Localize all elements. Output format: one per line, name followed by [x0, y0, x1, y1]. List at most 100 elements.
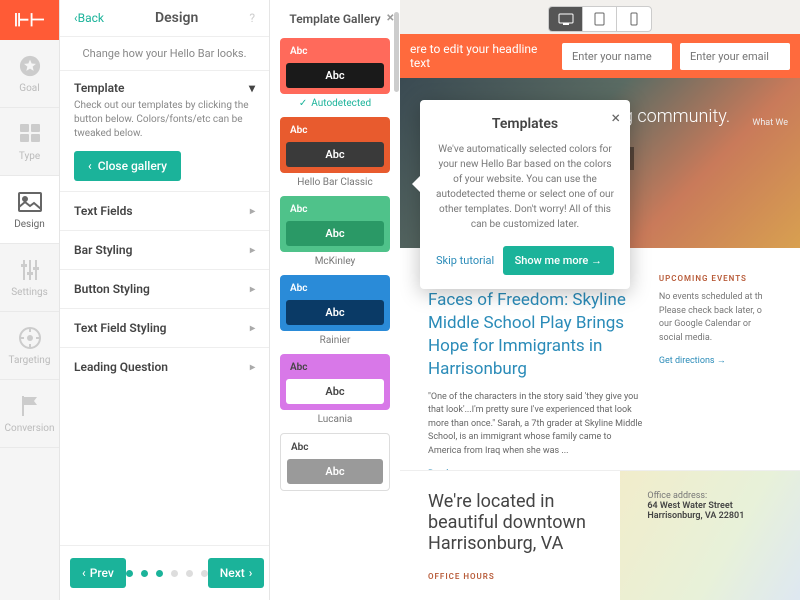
row-label: Leading Question	[74, 360, 168, 374]
template-sample-button: Abc	[287, 459, 383, 484]
star-icon	[17, 53, 43, 79]
template-section: Template ▾ Check out our templates by cl…	[60, 70, 269, 191]
row-label: Bar Styling	[74, 243, 132, 257]
rail-label: Settings	[11, 287, 48, 298]
show-more-button[interactable]: Show me more →	[503, 246, 614, 275]
location-block: We're located in beautiful downtown Harr…	[400, 470, 800, 600]
step-dot[interactable]	[141, 570, 148, 577]
template-sample-top: Abc	[286, 360, 384, 375]
location-right: Office address: 64 West Water Street Har…	[647, 491, 772, 600]
chevron-right-icon: ▸	[250, 323, 255, 334]
template-sample-button: Abc	[286, 300, 384, 325]
step-dot[interactable]	[156, 570, 163, 577]
template-card[interactable]: Abc Abc Rainier	[280, 275, 390, 346]
logo[interactable]: ⊩⊢	[0, 0, 59, 40]
rail-label: Goal	[19, 83, 39, 94]
left-nav-rail: ⊩⊢ Goal Type Design Settings Targeting C…	[0, 0, 60, 600]
step-dot[interactable]	[186, 570, 193, 577]
events-body: No events scheduled at th Please check b…	[659, 291, 772, 345]
step-dot[interactable]	[171, 570, 178, 577]
prev-button[interactable]: ‹Prev	[70, 558, 126, 588]
close-icon[interactable]: ×	[611, 108, 620, 127]
rail-type[interactable]: Type	[0, 108, 59, 176]
design-panel: ‹ Back Design ? Change how your Hello Ba…	[60, 0, 270, 600]
next-label: Next	[220, 566, 245, 580]
step-dot[interactable]	[126, 570, 133, 577]
sliders-icon	[17, 257, 43, 283]
row-bar-styling[interactable]: Bar Styling▸	[60, 230, 269, 269]
row-label: Button Styling	[74, 282, 150, 296]
row-text-fields[interactable]: Text Fields▸	[60, 191, 269, 230]
device-tablet[interactable]	[583, 7, 617, 31]
gallery-title-text: Template Gallery	[289, 12, 380, 26]
device-desktop[interactable]	[549, 7, 583, 31]
next-button[interactable]: Next ›	[208, 558, 265, 588]
template-card[interactable]: AbcAbcMcKinley	[280, 196, 390, 267]
back-link[interactable]: ‹ Back	[74, 11, 104, 25]
pin-icon	[17, 325, 43, 351]
rail-label: Design	[14, 219, 45, 230]
events-label: UPCOMING EVENTS	[659, 274, 772, 283]
template-name: Rainier	[280, 335, 390, 346]
template-card[interactable]: Abc Abc Lucania	[280, 354, 390, 425]
rail-settings[interactable]: Settings	[0, 244, 59, 312]
step-dots	[126, 570, 208, 577]
chevron-right-icon: ›	[249, 566, 253, 580]
row-text-field-styling[interactable]: Text Field Styling▸	[60, 308, 269, 347]
row-label: Text Fields	[74, 204, 133, 218]
template-sample-button: Abc	[286, 379, 384, 404]
gallery-list: Abc Abc ✓Autodetected Abc Abc Hello Bar Class…	[270, 34, 400, 499]
template-name: McKinley	[280, 256, 390, 267]
rail-conversion[interactable]: Conversion	[0, 380, 59, 448]
prev-label: Prev	[90, 566, 114, 580]
back-label: Back	[78, 11, 104, 25]
template-name: Hello Bar Classic	[280, 177, 390, 188]
template-card[interactable]: Abc Abc	[280, 433, 390, 491]
hello-bar-preview: ere to edit your headline text	[400, 34, 800, 78]
rail-targeting[interactable]: Targeting	[0, 312, 59, 380]
popup-body: We've automatically selected colors for …	[436, 142, 614, 232]
template-sample-top: Abc	[286, 44, 384, 59]
step-dot[interactable]	[201, 570, 208, 577]
skip-tutorial-link[interactable]: Skip tutorial	[436, 254, 494, 267]
close-gallery-button[interactable]: ‹ Close gallery	[74, 151, 181, 181]
article-title[interactable]: Faces of Freedom: Skyline Middle School …	[428, 289, 643, 381]
email-input[interactable]	[680, 43, 790, 70]
template-name: ✓Autodetected	[280, 98, 390, 109]
template-card[interactable]: AbcAbcHello Bar Classic	[280, 117, 390, 188]
template-title-text: Template	[74, 81, 125, 95]
template-sample-top: Abc	[286, 281, 384, 296]
tutorial-popup: × Templates We've automatically selected…	[420, 100, 630, 289]
rail-goal[interactable]: Goal	[0, 40, 59, 108]
chevron-right-icon: ▸	[250, 362, 255, 373]
close-icon[interactable]: ×	[387, 10, 394, 26]
template-card[interactable]: AbcAbc✓Autodetected	[280, 38, 390, 109]
scrollbar[interactable]	[394, 12, 399, 92]
row-button-styling[interactable]: Button Styling▸	[60, 269, 269, 308]
preview-pane: ere to edit your headline text What We B…	[400, 0, 800, 600]
template-sample-button: Abc	[286, 142, 384, 167]
template-name: Lucania	[280, 414, 390, 425]
rail-label: Type	[19, 151, 40, 162]
rail-label: Targeting	[9, 355, 51, 366]
help-icon[interactable]: ?	[249, 11, 255, 25]
row-leading-question[interactable]: Leading Question ▸	[60, 347, 269, 386]
popup-title: Templates	[436, 116, 614, 132]
template-sample-top: Abc	[287, 440, 383, 455]
office-address-label: Office address:	[647, 491, 772, 501]
device-mobile[interactable]	[617, 7, 651, 31]
office-address: 64 West Water Street Harrisonburg, VA 22…	[647, 501, 772, 521]
chevron-down-icon: ▾	[249, 81, 255, 95]
rail-label: Conversion	[4, 423, 54, 434]
rail-design[interactable]: Design	[0, 176, 59, 244]
location-left: We're located in beautiful downtown Harr…	[428, 491, 627, 600]
wizard-nav: ‹Prev Next ›	[60, 545, 269, 600]
name-input[interactable]	[562, 43, 672, 70]
get-directions-link[interactable]: Get directions →	[659, 355, 726, 366]
popup-actions: Skip tutorial Show me more →	[436, 246, 614, 275]
headline-text[interactable]: ere to edit your headline text	[410, 42, 554, 70]
panel-title: Design	[104, 10, 249, 26]
template-gallery: Template Gallery × AbcAbc✓AutodetectedAb…	[270, 0, 400, 600]
template-heading[interactable]: Template ▾	[74, 81, 255, 95]
flag-icon	[17, 393, 43, 419]
